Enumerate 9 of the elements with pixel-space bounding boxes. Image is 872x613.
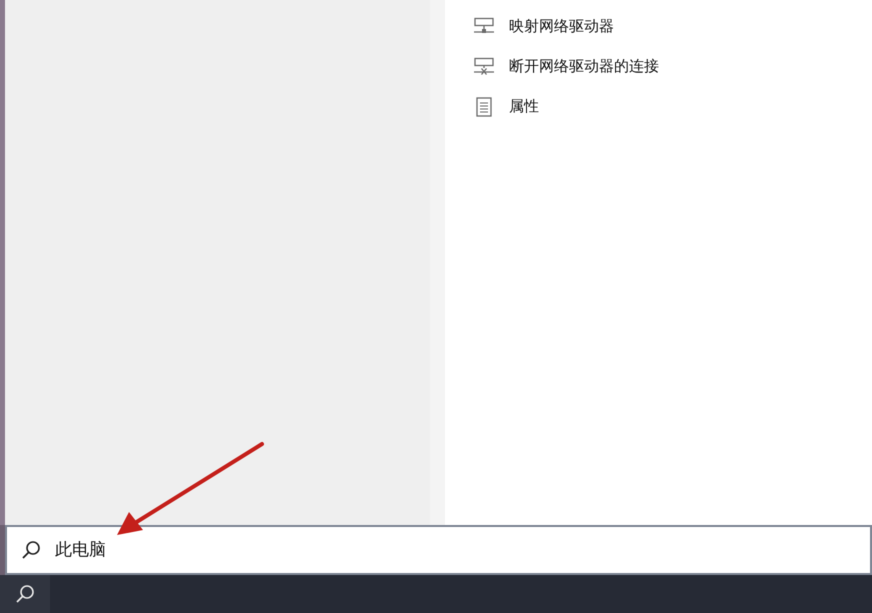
action-item[interactable]: 映射网络驱动器 [473, 14, 872, 40]
search-icon [15, 584, 35, 604]
search-field[interactable]: 此电脑 [5, 525, 872, 575]
search-icon [21, 540, 41, 560]
action-item[interactable]: 断开网络驱动器的连接 [473, 54, 872, 80]
action-item[interactable]: 属性 [473, 94, 872, 120]
network-drive-disconnect-icon [473, 57, 495, 77]
search-button[interactable] [0, 575, 50, 613]
search-text: 此电脑 [55, 539, 106, 562]
